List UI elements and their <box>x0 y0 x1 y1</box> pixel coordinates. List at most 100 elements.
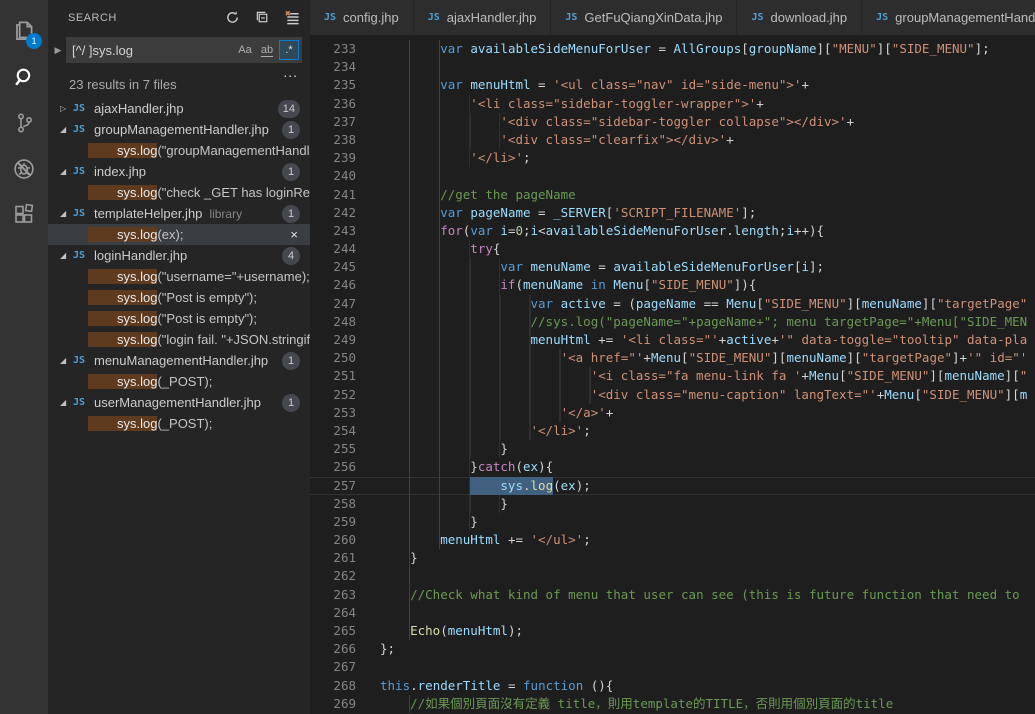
code-line[interactable]: 238'<div class="clearfix"></div>'+ <box>310 131 1035 149</box>
search-result-match-row[interactable]: sys.log(_POST); <box>48 413 310 434</box>
code-token: ){ <box>538 458 553 476</box>
code-line[interactable]: 243for(var i=0;i<availableSideMenuForUse… <box>310 222 1035 240</box>
line-number: 250 <box>310 349 356 367</box>
editor-tab[interactable]: JSgroupManagementHandler.jhp <box>862 0 1035 35</box>
extensions-icon[interactable] <box>0 192 48 238</box>
twisty-expanded-icon[interactable]: ◢ <box>60 350 73 371</box>
activity-bar: 1 <box>0 0 48 714</box>
code-line[interactable]: 234 <box>310 58 1035 76</box>
code-token: i <box>786 222 794 240</box>
code-token: ; <box>523 222 531 240</box>
source-control-icon[interactable] <box>0 100 48 146</box>
line-number: 251 <box>310 367 356 385</box>
collapse-all-icon[interactable] <box>252 8 272 28</box>
dismiss-match-icon[interactable]: × <box>290 227 298 242</box>
code-line[interactable]: 246if(menuName in Menu["SIDE_MENU"]){ <box>310 276 1035 294</box>
whole-word-toggle[interactable]: ab <box>257 40 277 60</box>
toggle-search-details-button[interactable]: ... <box>283 68 298 76</box>
code-line[interactable]: 267 <box>310 658 1035 676</box>
search-result-file-row[interactable]: ◢JSloginHandler.jhp4 <box>48 245 310 266</box>
indent-guides <box>380 113 500 131</box>
code-line[interactable]: 239'</li>'; <box>310 149 1035 167</box>
indent-guides <box>380 367 591 385</box>
search-result-file-row[interactable]: ◢JSgroupManagementHandler.jhp1 <box>48 119 310 140</box>
debug-icon[interactable] <box>0 146 48 192</box>
code-line[interactable]: 268this.renderTitle = function (){ <box>310 677 1035 695</box>
search-result-match-row[interactable]: sys.log("check _GET has loginResu… <box>48 182 310 203</box>
code-line[interactable]: 251'<i class="fa menu-link fa '+Menu["SI… <box>310 367 1035 385</box>
code-line[interactable]: 242var pageName = _SERVER['SCRIPT_FILENA… <box>310 204 1035 222</box>
search-result-file-row[interactable]: ◢JSuserManagementHandler.jhp1 <box>48 392 310 413</box>
regex-toggle[interactable]: .* <box>279 40 299 60</box>
code-token: active <box>726 331 771 349</box>
code-line[interactable]: 248//sys.log("pageName="+pageName+"; men… <box>310 313 1035 331</box>
code-line[interactable]: 261} <box>310 549 1035 567</box>
code-line[interactable]: 253'</a>'+ <box>310 404 1035 422</box>
code-line[interactable]: 258} <box>310 495 1035 513</box>
search-result-match-row[interactable]: sys.log(ex);× <box>48 224 310 245</box>
code-token: var <box>440 204 470 222</box>
search-result-match-row[interactable]: sys.log("username="+username); <box>48 266 310 287</box>
clear-search-results-icon[interactable] <box>282 8 302 28</box>
search-result-file-row[interactable]: ◢JSmenuManagementHandler.jhp1 <box>48 350 310 371</box>
indent-guides <box>380 131 500 149</box>
twisty-expanded-icon[interactable]: ◢ <box>60 245 73 266</box>
editor-tab[interactable]: JSajaxHandler.jhp <box>414 0 552 35</box>
search-result-match-row[interactable]: sys.log("login fail. "+JSON.stringif… <box>48 329 310 350</box>
search-view-icon[interactable] <box>0 54 48 100</box>
refresh-icon[interactable] <box>222 8 242 28</box>
code-line[interactable]: 250'<a href="'+Menu["SIDE_MENU"][menuNam… <box>310 349 1035 367</box>
indent-guides <box>380 422 531 440</box>
twisty-expanded-icon[interactable]: ◢ <box>60 119 73 140</box>
code-line[interactable]: 240 <box>310 167 1035 185</box>
code-token: ][ <box>929 367 944 385</box>
code-token: AllGroups <box>674 40 742 58</box>
code-line[interactable]: 237'<div class="sidebar-toggler collapse… <box>310 113 1035 131</box>
code-line[interactable]: 264 <box>310 604 1035 622</box>
code-line[interactable]: 266}; <box>310 640 1035 658</box>
code-line[interactable]: 262 <box>310 567 1035 585</box>
twisty-expanded-icon[interactable]: ◢ <box>60 392 73 413</box>
code-token: var <box>440 76 470 94</box>
code-line[interactable]: 245var menuName = availableSideMenuForUs… <box>310 258 1035 276</box>
editor-tab[interactable]: JSconfig.jhp <box>310 0 414 35</box>
search-result-file-row[interactable]: ▷JSajaxHandler.jhp14 <box>48 98 310 119</box>
code-line[interactable]: 257 sys.log(ex); <box>310 477 1035 495</box>
code-line[interactable]: 252'<div class="menu-caption" langText="… <box>310 386 1035 404</box>
code-line[interactable]: 249menuHtml += '<li class="'+active+'" d… <box>310 331 1035 349</box>
code-line[interactable]: 256}catch(ex){ <box>310 458 1035 476</box>
search-result-match-row[interactable]: sys.log("groupManagementHandl… <box>48 140 310 161</box>
result-file-name: groupManagementHandler.jhp <box>94 122 269 137</box>
twisty-expanded-icon[interactable]: ◢ <box>60 161 73 182</box>
indent-guides <box>380 276 500 294</box>
search-result-file-row[interactable]: ◢JSindex.jhp1 <box>48 161 310 182</box>
search-result-match-row[interactable]: sys.log(_POST); <box>48 371 310 392</box>
code-line[interactable]: 254'</li>'; <box>310 422 1035 440</box>
editor-tab[interactable]: JSdownload.jhp <box>737 0 862 35</box>
indent-guides <box>380 386 591 404</box>
code-line[interactable]: 236'<li class="sidebar-toggler-wrapper">… <box>310 95 1035 113</box>
code-line[interactable]: 260menuHtml += '</ul>'; <box>310 531 1035 549</box>
toggle-replace-chevron-icon[interactable]: ▶ <box>50 45 66 56</box>
code-line[interactable]: 247var active = (pageName == Menu["SIDE_… <box>310 295 1035 313</box>
code-line[interactable]: 235var menuHtml = '<ul class="nav" id="s… <box>310 76 1035 94</box>
match-case-toggle[interactable]: Aa <box>235 40 255 60</box>
editor-tab[interactable]: JSGetFuQiangXinData.jhp <box>551 0 737 35</box>
search-result-match-row[interactable]: sys.log("Post is empty"); <box>48 287 310 308</box>
code-line[interactable]: 241//get the pageName <box>310 186 1035 204</box>
code-line[interactable]: 265Echo(menuHtml); <box>310 622 1035 640</box>
code-line[interactable]: 269//如果個別頁面沒有定義 title，則用template的TITLE，否… <box>310 695 1035 713</box>
search-result-match-row[interactable]: sys.log("Post is empty"); <box>48 308 310 329</box>
twisty-expanded-icon[interactable]: ◢ <box>60 203 73 224</box>
code-line[interactable]: 233var availableSideMenuForUser = AllGro… <box>310 40 1035 58</box>
twisty-collapsed-icon[interactable]: ▷ <box>60 98 73 119</box>
code-token: var <box>500 258 530 276</box>
code-line[interactable]: 259} <box>310 513 1035 531</box>
code-line[interactable]: 263//Check what kind of menu that user c… <box>310 586 1035 604</box>
explorer-icon[interactable]: 1 <box>0 8 48 54</box>
search-result-file-row[interactable]: ◢JStemplateHelper.jhplibrary1 <box>48 203 310 224</box>
code-token: 'SCRIPT_FILENAME' <box>613 204 741 222</box>
code-line[interactable]: 244try{ <box>310 240 1035 258</box>
code-line[interactable]: 255} <box>310 440 1035 458</box>
code-area[interactable]: 233var availableSideMenuForUser = AllGro… <box>310 35 1035 714</box>
